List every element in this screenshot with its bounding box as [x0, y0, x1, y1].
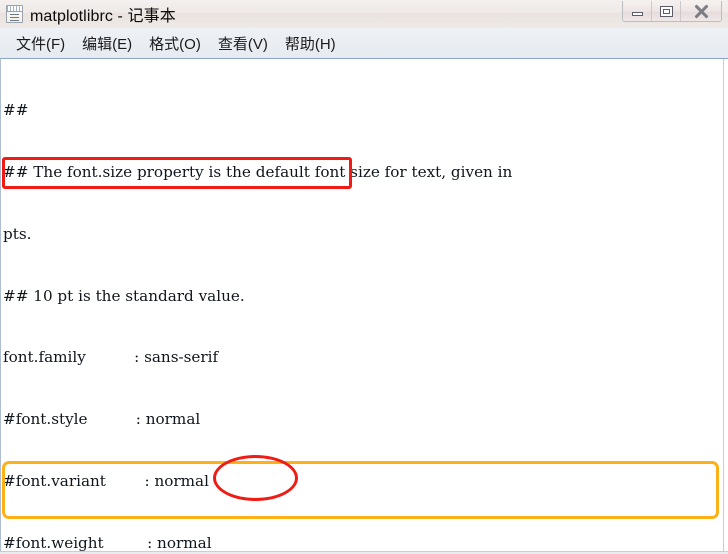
editor-line: pts.: [3, 224, 32, 243]
text-editor-area[interactable]: ## ## The font.size property is the defa…: [0, 58, 728, 554]
title-bar-left: matplotlibrc - 记事本: [0, 0, 176, 28]
maximize-button[interactable]: [652, 1, 681, 21]
minimize-icon: [631, 12, 643, 16]
notepad-icon: [6, 5, 23, 23]
close-button[interactable]: [681, 1, 721, 21]
menu-item-format[interactable]: 格式(O): [141, 31, 210, 56]
menu-item-help[interactable]: 帮助(H): [277, 31, 345, 56]
menu-bar: 文件(F) 编辑(E) 格式(O) 查看(V) 帮助(H): [0, 28, 728, 58]
editor-line: #font.variant : normal: [3, 471, 209, 490]
window-title: matplotlibrc - 记事本: [30, 8, 176, 25]
minimize-button[interactable]: [623, 1, 652, 21]
editor-line-font-family: font.family : sans-serif: [3, 348, 219, 367]
restore-icon: [659, 5, 673, 17]
notepad-window: matplotlibrc - 记事本 文件(F) 编辑(E) 格式(O) 查看(…: [0, 0, 728, 554]
editor-line: ## The font.size property is the default…: [3, 162, 513, 181]
editor-line: ##: [3, 101, 29, 120]
editor-text[interactable]: ## ## The font.size property is the defa…: [3, 59, 723, 554]
window-controls: [622, 1, 722, 22]
menu-item-view[interactable]: 查看(V): [210, 31, 277, 56]
editor-line: ## 10 pt is the standard value.: [3, 286, 245, 305]
menu-item-file[interactable]: 文件(F): [8, 31, 74, 56]
menu-item-edit[interactable]: 编辑(E): [74, 31, 141, 56]
title-bar[interactable]: matplotlibrc - 记事本: [0, 0, 728, 28]
close-icon: [693, 4, 709, 18]
editor-line: #font.style : normal: [3, 410, 201, 429]
